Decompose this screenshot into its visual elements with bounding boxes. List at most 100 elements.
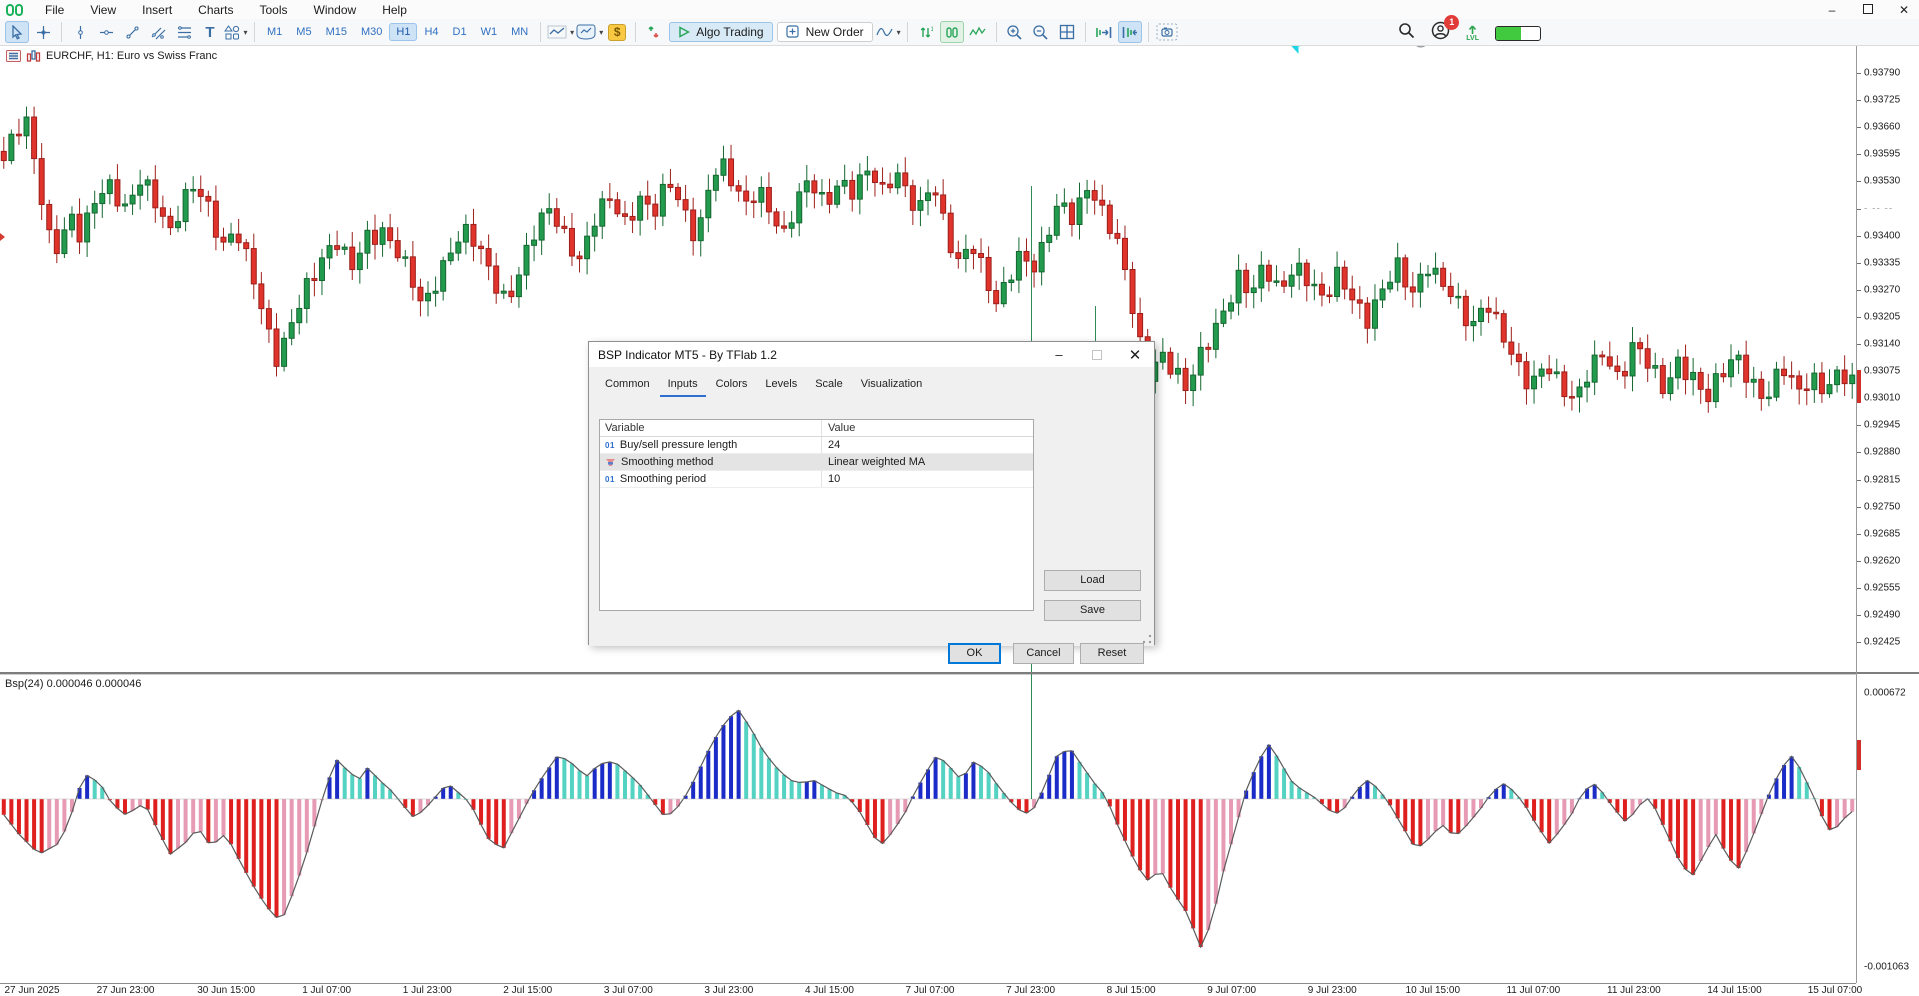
timeframe-m15[interactable]: M15 [319, 23, 354, 41]
param-value[interactable]: 10 [822, 473, 1033, 485]
time-axis-label: 2 Jul 15:00 [503, 985, 552, 996]
tile-windows-icon[interactable] [1055, 21, 1079, 43]
bsp-histogram[interactable] [0, 674, 1856, 983]
menu-item-file[interactable]: File [32, 2, 77, 18]
parameters-table[interactable]: VariableValue 01Buy/sell pressure length… [599, 419, 1034, 611]
reset-button[interactable]: Reset [1080, 643, 1144, 664]
enum-param-icon [605, 457, 616, 468]
tab-inputs[interactable]: Inputs [660, 375, 706, 397]
param-value[interactable]: Linear weighted MA [822, 456, 1033, 468]
cursor-icon[interactable] [5, 21, 29, 43]
menu-item-window[interactable]: Window [301, 2, 370, 18]
table-row[interactable]: 01Buy/sell pressure length24 [600, 437, 1033, 454]
time-axis-label: 9 Jul 07:00 [1207, 985, 1256, 996]
timeframe-d1[interactable]: D1 [446, 23, 474, 41]
dialog-close-icon[interactable]: ✕ [1116, 342, 1154, 367]
add-indicator-icon[interactable]: ▾ [876, 21, 901, 43]
timeframe-mn[interactable]: MN [504, 23, 535, 41]
time-axis-label: 8 Jul 15:00 [1107, 985, 1156, 996]
ok-button[interactable]: OK [948, 643, 1001, 664]
fibonacci-tool-icon[interactable] [172, 21, 196, 43]
table-row[interactable]: Smoothing method Linear weighted MA [600, 454, 1033, 471]
time-axis-label: 3 Jul 23:00 [704, 985, 753, 996]
indicator-value-marker [1857, 740, 1861, 770]
price-axis[interactable]: 0.937900.937250.936600.935950.93530- -- … [1856, 46, 1919, 983]
horizontal-line-tool-icon[interactable] [94, 21, 118, 43]
restore-icon[interactable] [1857, 3, 1879, 17]
param-name: Smoothing method [621, 456, 713, 468]
timeframe-h1[interactable]: H1 [389, 23, 417, 41]
price-axis-label: 0.93790 [1864, 68, 1900, 79]
depth-of-market-icon[interactable]: 1 [914, 21, 938, 43]
indicator-panel[interactable]: Bsp(24) 0.000046 0.000046 [0, 672, 1856, 983]
trendline-tool-icon[interactable] [120, 21, 144, 43]
chart-line-type-icon[interactable]: ▾ [547, 21, 574, 43]
account-icon[interactable]: 1 [1431, 21, 1450, 45]
time-axis[interactable]: 27 Jun 202527 Jun 23:0030 Jun 15:001 Jul… [0, 983, 1856, 996]
time-axis-label: 30 Jun 15:00 [197, 985, 255, 996]
new-order-button[interactable]: New Order [777, 22, 873, 42]
ticks-display-icon[interactable] [966, 21, 990, 43]
time-axis-label: 7 Jul 23:00 [1006, 985, 1055, 996]
mini-chart-icon[interactable] [26, 50, 41, 62]
minimize-icon[interactable]: – [1821, 3, 1843, 17]
chevron-down-icon: ▾ [570, 28, 574, 37]
menu-item-insert[interactable]: Insert [129, 2, 185, 18]
indicator-axis-label: -0.001063 [1864, 961, 1909, 972]
zoom-in-icon[interactable] [1003, 21, 1027, 43]
dialog-title-bar[interactable]: BSP Indicator MT5 - By TFlab 1.2 – ✕ [589, 342, 1154, 367]
mt5-logo-icon [6, 4, 24, 16]
dialog-maximize-icon[interactable] [1078, 342, 1116, 367]
timeframe-m1[interactable]: M1 [260, 23, 289, 41]
price-axis-label: 0.92880 [1864, 447, 1900, 458]
tab-colors[interactable]: Colors [708, 375, 756, 397]
menu-item-tools[interactable]: Tools [247, 2, 301, 18]
search-icon[interactable] [1398, 22, 1415, 44]
algo-trading-button[interactable]: Algo Trading [669, 22, 772, 42]
cancel-button[interactable]: Cancel [1013, 643, 1074, 664]
dialog-minimize-icon[interactable]: – [1040, 342, 1078, 367]
symbol-text: EURCHF, H1: Euro vs Swiss Franc [46, 50, 217, 62]
buy-sell-arrows-icon[interactable] [642, 21, 666, 43]
shapes-tool-icon[interactable]: ▾ [224, 21, 248, 43]
time-axis-label: 27 Jun 23:00 [97, 985, 155, 996]
timeframe-m30[interactable]: M30 [354, 23, 389, 41]
channel-tool-icon[interactable] [146, 21, 170, 43]
connection-meter [1495, 26, 1541, 41]
price-axis-label: 0.93075 [1864, 366, 1900, 377]
menu-item-view[interactable]: View [77, 2, 129, 18]
menu-item-help[interactable]: Help [369, 2, 420, 18]
new-order-label: New Order [806, 25, 864, 39]
timeframe-m5[interactable]: M5 [289, 23, 318, 41]
vertical-line-object[interactable] [1031, 674, 1032, 799]
crosshair-icon[interactable] [31, 21, 55, 43]
menu-item-charts[interactable]: Charts [185, 2, 246, 18]
one-click-trading-icon[interactable]: $ [605, 21, 629, 43]
chart-style-icon[interactable]: ▾ [576, 21, 603, 43]
timeframe-w1[interactable]: W1 [474, 23, 505, 41]
chart-shift-icon[interactable] [1118, 21, 1142, 43]
object-list-icon[interactable] [6, 50, 21, 62]
table-row[interactable]: 01Smoothing period10 [600, 471, 1033, 488]
close-icon[interactable]: ✕ [1893, 3, 1915, 17]
vertical-line-tool-icon[interactable] [68, 21, 92, 43]
tab-common[interactable]: Common [597, 375, 658, 397]
param-value[interactable]: 24 [822, 439, 1033, 451]
candles-display-icon[interactable] [940, 21, 964, 43]
price-axis-label: 0.92490 [1864, 610, 1900, 621]
time-axis-label: 27 Jun 2025 [4, 985, 59, 996]
resize-grip[interactable] [1142, 634, 1152, 644]
price-axis-label: 0.93660 [1864, 122, 1900, 133]
level-icon[interactable]: LVL [1466, 25, 1479, 42]
tab-visualization[interactable]: Visualization [853, 375, 931, 397]
text-tool-icon[interactable]: T [198, 21, 222, 43]
zoom-out-icon[interactable] [1029, 21, 1053, 43]
load-button[interactable]: Load [1044, 570, 1141, 591]
tab-scale[interactable]: Scale [807, 375, 851, 397]
scroll-to-end-icon[interactable] [1092, 21, 1116, 43]
timeframe-h4[interactable]: H4 [417, 23, 445, 41]
tab-levels[interactable]: Levels [757, 375, 805, 397]
notification-badge[interactable]: 1 [1444, 15, 1459, 30]
save-button[interactable]: Save [1044, 600, 1141, 621]
screenshot-icon[interactable] [1155, 21, 1179, 43]
